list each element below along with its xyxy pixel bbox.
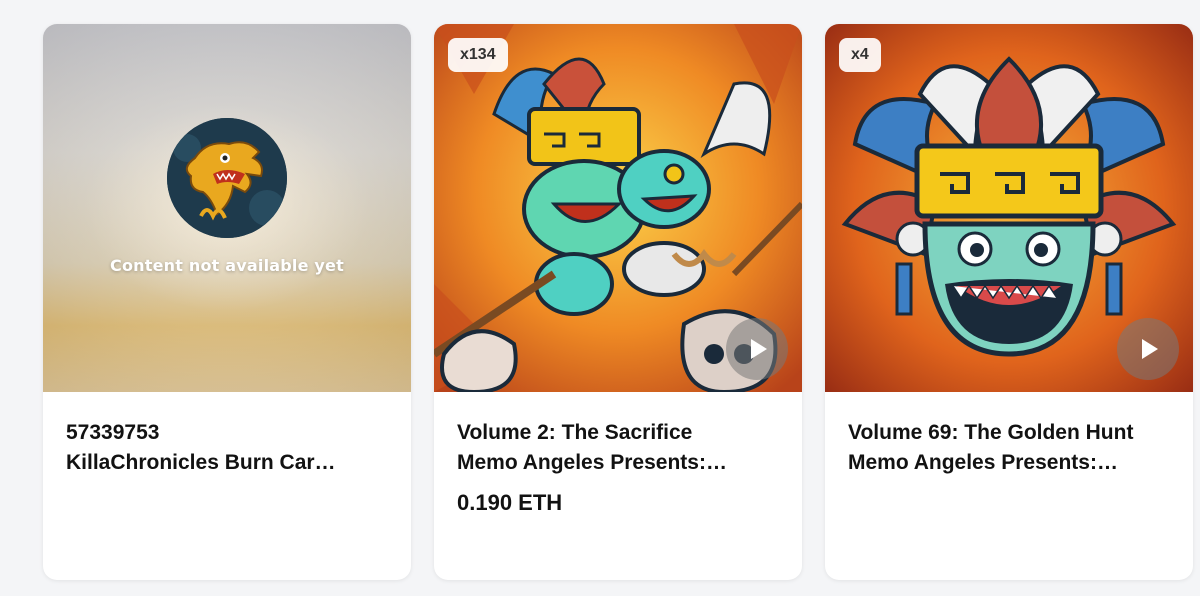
edition-count-badge: x134 xyxy=(448,38,508,72)
card-title-line2: Memo Angeles Presents:… xyxy=(457,451,727,474)
card-price: 0.190 ETH xyxy=(457,490,563,515)
card-title-line1: Volume 69: The Golden Hunt xyxy=(848,421,1134,444)
card-info: Volume 69: The Golden Hunt Memo Angeles … xyxy=(848,418,1175,478)
card-media-artwork: x4 xyxy=(825,24,1193,392)
nft-card[interactable]: x134 Volume 2: The Sacrifice Memo Angele… xyxy=(434,24,802,580)
card-media-placeholder: Content not available yet xyxy=(43,24,411,392)
nft-card[interactable]: Content not available yet 57339753 Killa… xyxy=(43,24,411,580)
card-title-line1: Volume 2: The Sacrifice xyxy=(457,421,693,444)
card-title-line2: Memo Angeles Presents:… xyxy=(848,451,1118,474)
dragon-avatar xyxy=(167,118,287,238)
card-media-artwork: x134 xyxy=(434,24,802,392)
card-title-line1: 57339753 xyxy=(66,421,160,444)
nft-card[interactable]: x4 Volume 69: The Golden Hunt Memo Angel… xyxy=(825,24,1193,580)
card-info: Volume 2: The Sacrifice Memo Angeles Pre… xyxy=(457,418,784,516)
nft-card-grid: Content not available yet 57339753 Killa… xyxy=(0,0,1200,596)
card-title-line2: KillaChronicles Burn Car… xyxy=(66,451,336,474)
play-icon[interactable] xyxy=(726,318,788,380)
content-unavailable-text: Content not available yet xyxy=(110,256,344,275)
card-info: 57339753 KillaChronicles Burn Car… xyxy=(66,418,393,478)
play-icon[interactable] xyxy=(1117,318,1179,380)
edition-count-badge: x4 xyxy=(839,38,881,72)
